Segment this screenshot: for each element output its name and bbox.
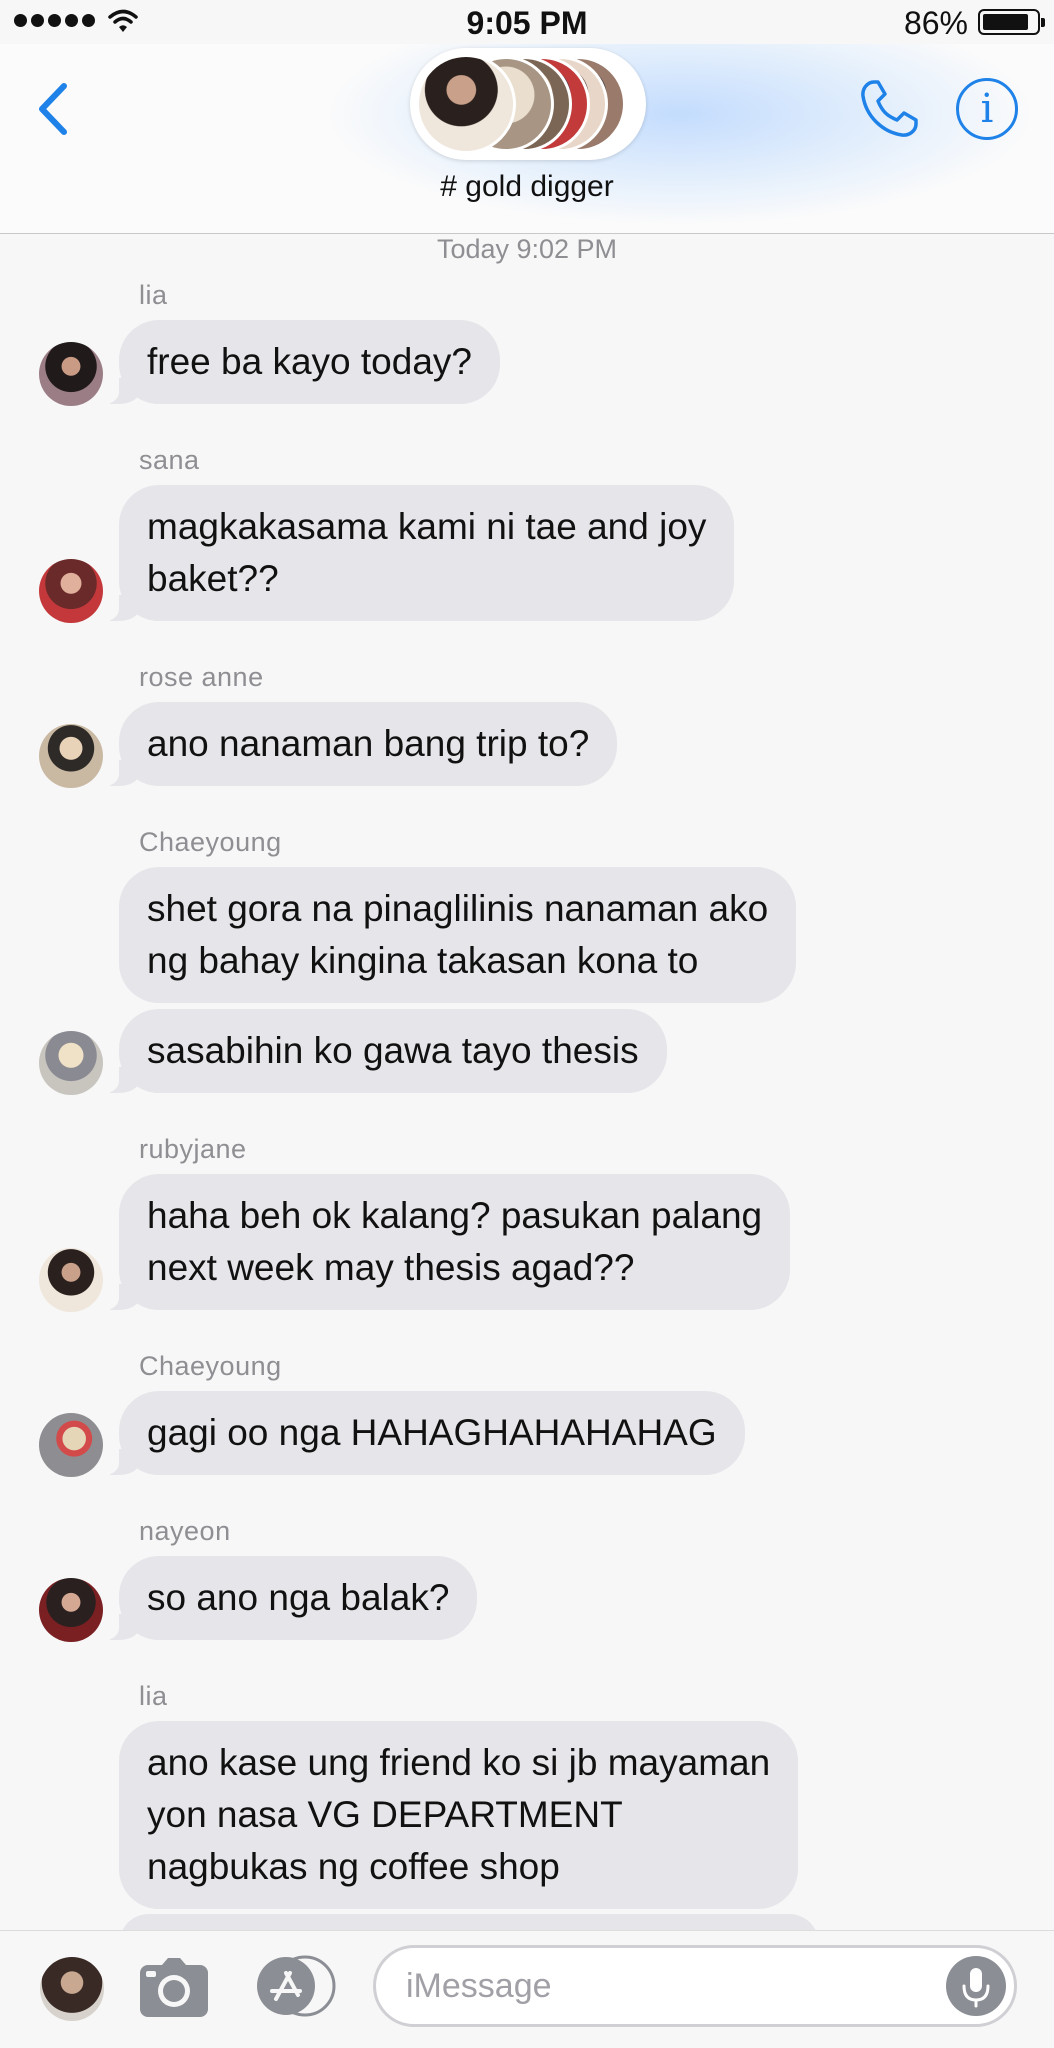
battery-icon [978,9,1045,35]
message-bubble[interactable]: shet gora na pinaglilinis nanaman ako ng… [119,867,797,1003]
my-avatar[interactable] [40,1957,104,2021]
info-icon[interactable]: i [956,78,1018,140]
message-bubble[interactable]: ano kase ung friend ko si jb mayaman yon… [119,1721,799,1909]
sender-name: sana [139,445,200,475]
app-store-icon[interactable] [254,1955,338,2017]
sender-name: lia [139,280,168,310]
sender-avatar[interactable] [39,342,103,406]
member-avatar [416,54,516,154]
message-bubble-partial[interactable] [119,1914,819,1930]
group-avatar-stack[interactable] [410,48,646,160]
message-text-field[interactable] [406,1962,926,2010]
sender-name: Chaeyoung [139,1351,282,1381]
sender-name: nayeon [139,1516,231,1546]
sender-name: Chaeyoung [139,827,282,857]
message-bubble[interactable]: sasabihin ko gawa tayo thesis [104,1009,667,1093]
message-thread[interactable]: Today 9:02 PM lia free ba kayo today? sa… [0,234,1054,1930]
sender-avatar[interactable] [39,559,103,623]
battery-percentage: 86% [903,5,968,41]
thread-timestamp: Today 9:02 PM [436,234,618,264]
sender-avatar[interactable] [39,1413,103,1477]
sender-avatar[interactable] [39,1031,103,1095]
camera-icon[interactable] [138,1955,210,2021]
back-chevron-icon[interactable] [28,74,78,144]
sender-avatar[interactable] [39,1248,103,1312]
message-bubble[interactable]: free ba kayo today? [104,320,500,404]
imessage-input[interactable] [373,1945,1017,2027]
message-bubble[interactable]: gagi oo nga HAHAGHAHAHAHAG [104,1391,745,1475]
sender-name: rose anne [139,662,264,692]
conversation-header: # gold digger i [0,44,1054,234]
phone-icon[interactable] [854,74,924,144]
messages-screen: 9:05 PM 86% # gold digger i Today 9:02 P… [0,0,1054,2048]
sender-avatar[interactable] [39,1578,103,1642]
battery-level-fill [983,14,1028,30]
composer-bar [0,1930,1054,2048]
message-bubble[interactable]: magkakasama kami ni tae and joy baket?? [103,485,735,621]
message-bubble[interactable]: ano nanaman bang trip to? [103,702,618,786]
sender-name: lia [139,1681,168,1711]
status-bar: 9:05 PM 86% [0,0,1054,44]
group-name[interactable]: # gold digger [0,170,1054,204]
sender-avatar[interactable] [39,724,103,788]
status-time: 9:05 PM [466,5,588,41]
message-bubble[interactable]: so ano nga balak? [103,1556,478,1640]
message-bubble[interactable]: haha beh ok kalang? pasukan palang next … [103,1174,791,1310]
sender-name: rubyjane [139,1134,247,1164]
microphone-icon[interactable] [946,1956,1006,2016]
